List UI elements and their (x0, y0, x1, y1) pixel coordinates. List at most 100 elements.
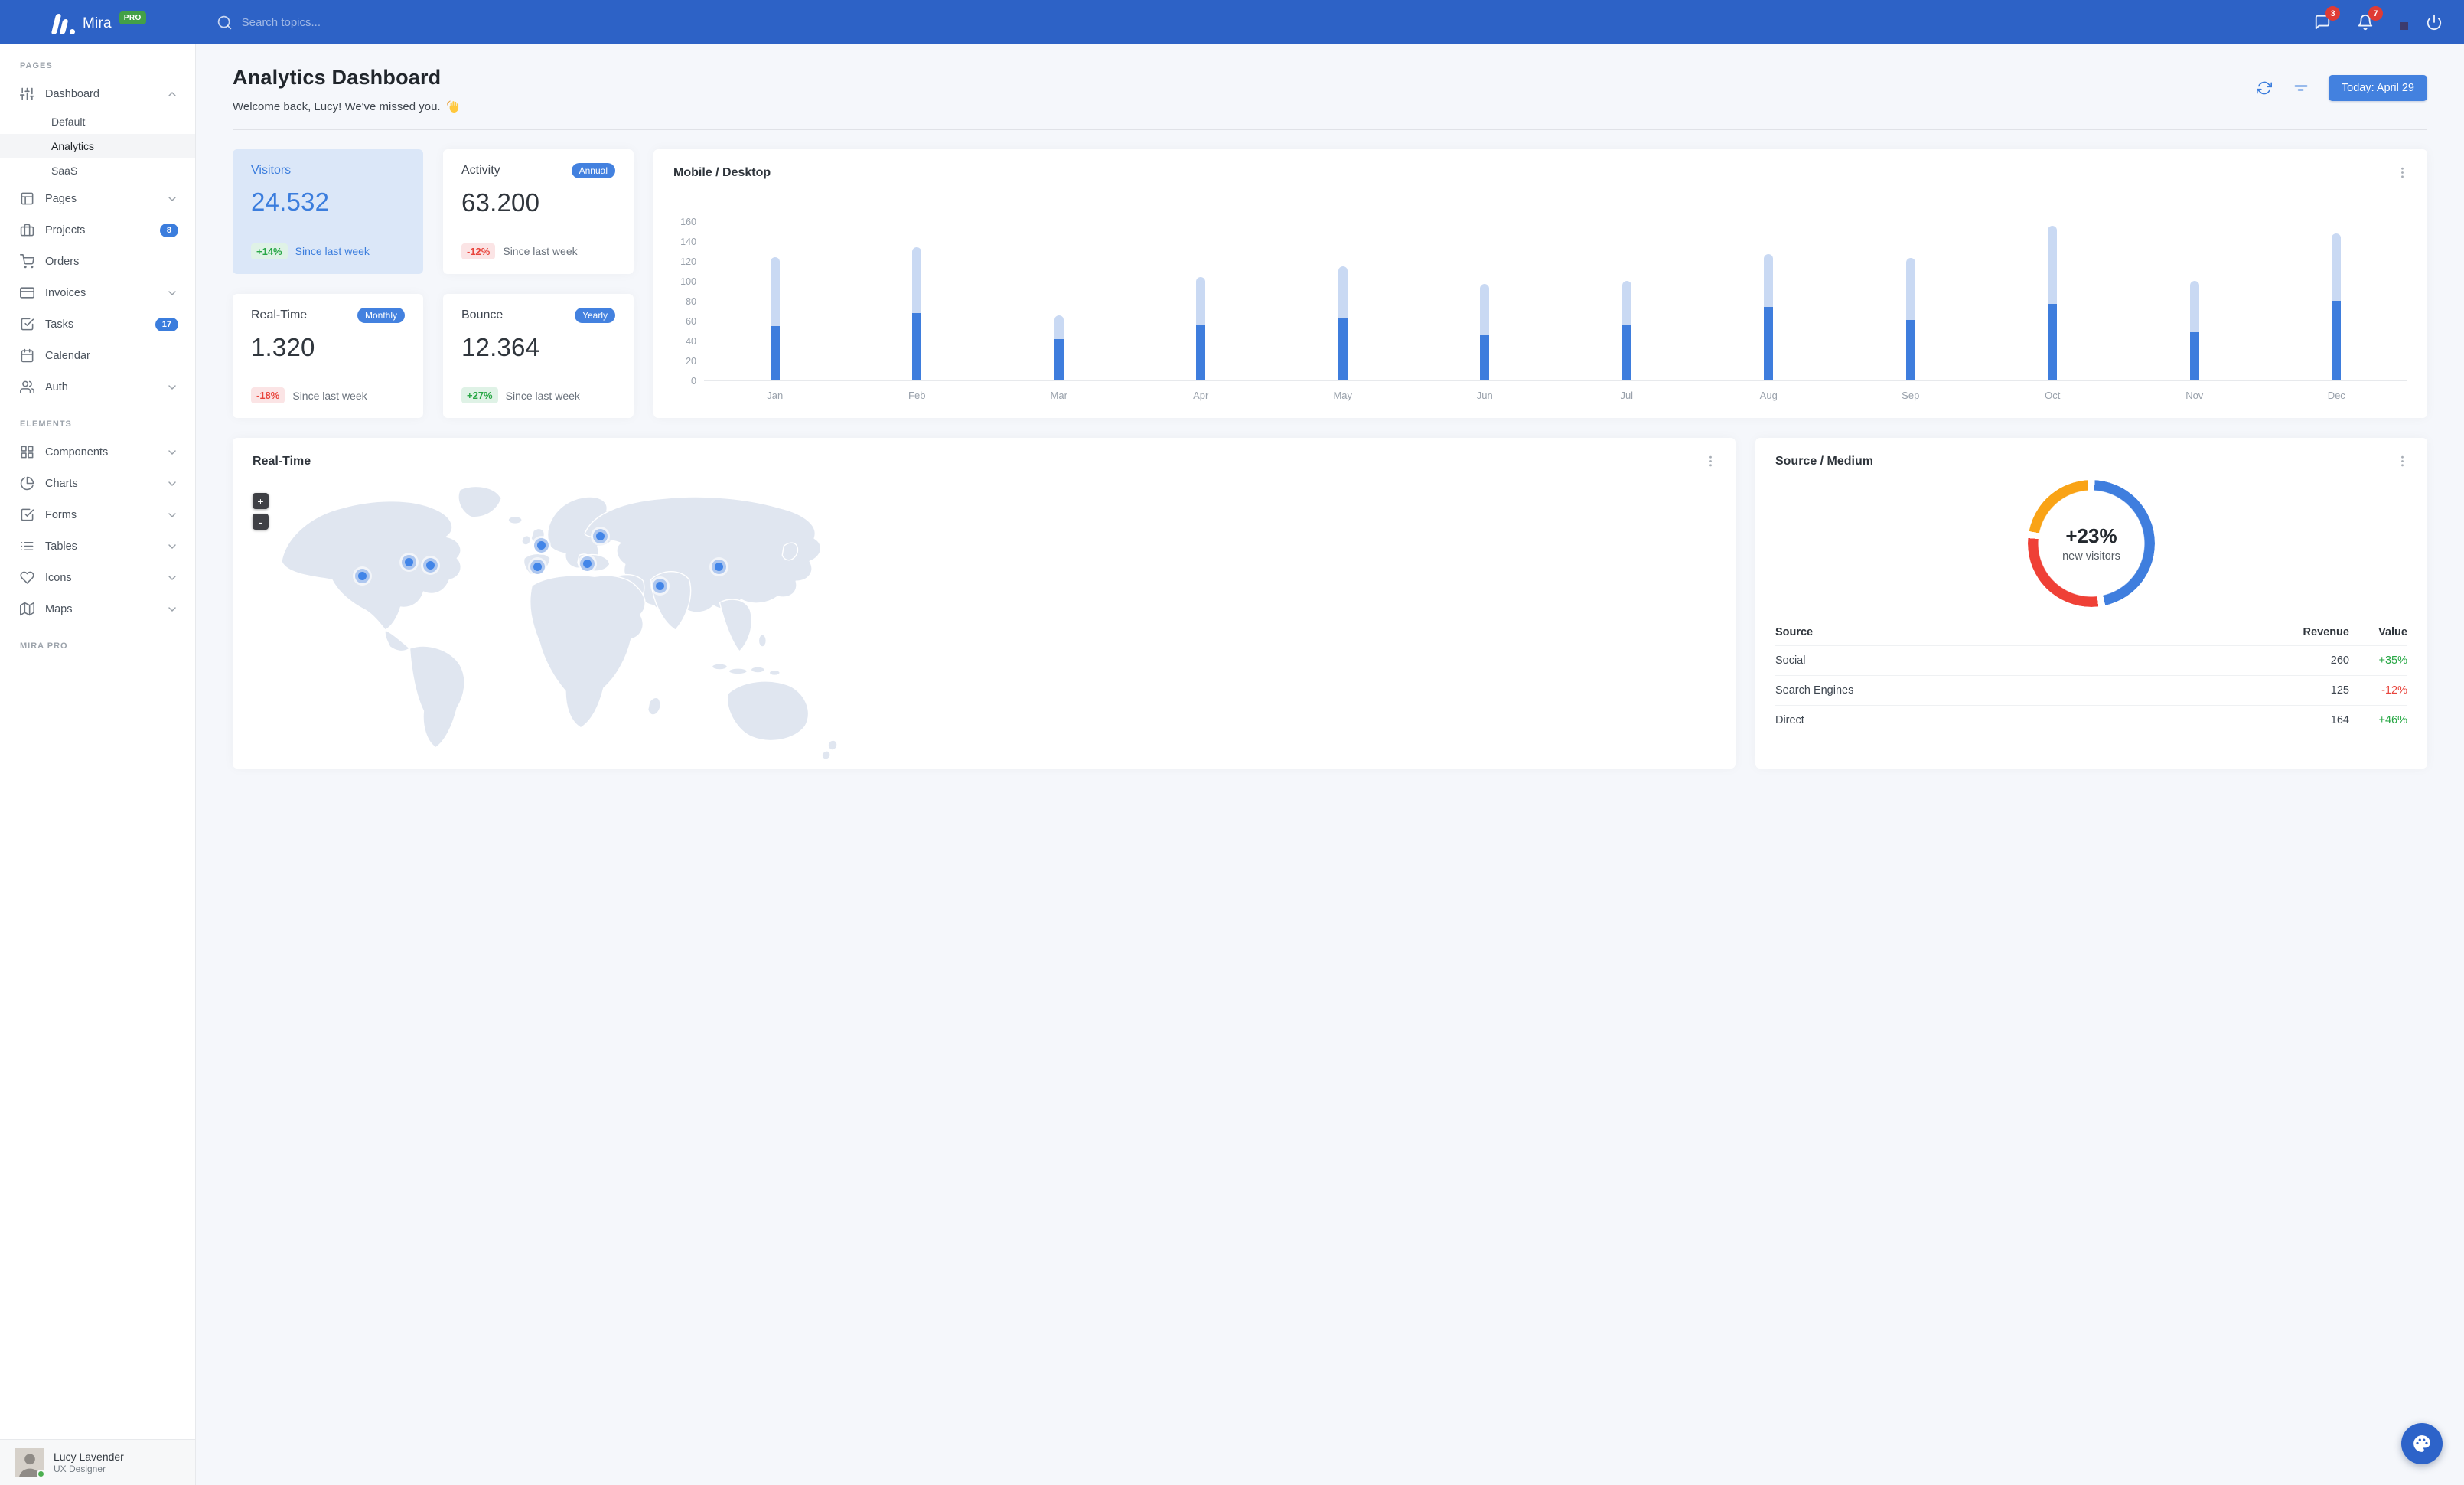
top-navbar: Mira PRO 3 7 (0, 0, 2464, 44)
stat-value: 12.364 (461, 332, 540, 361)
sidebar-item-invoices[interactable]: Invoices (0, 277, 195, 308)
filter-button[interactable] (2292, 79, 2310, 97)
y-tick-label: 140 (680, 237, 696, 247)
y-tick-label: 80 (686, 296, 696, 307)
sidebar-item-forms[interactable]: Forms (0, 499, 195, 530)
stat-title: Real-Time (251, 308, 308, 321)
stat-card-bounce: Bounce Yearly 12.364 +27% Since last week (443, 293, 634, 418)
sidebar-subitem-analytics[interactable]: Analytics (0, 134, 195, 158)
x-tick-label: Aug (1759, 390, 1778, 401)
map-marker (653, 579, 667, 593)
stat-title: Bounce (461, 308, 504, 321)
sidebar-item-label: Dashboard (45, 87, 99, 100)
more-vertical-icon (2396, 166, 2409, 179)
chevron-down-icon (166, 603, 178, 615)
heart-icon (20, 570, 34, 585)
stat-value: 24.532 (251, 188, 330, 216)
revenue-cell: 125 (2269, 675, 2349, 706)
sidebar-item-dashboard[interactable]: Dashboard (0, 78, 195, 109)
brand[interactable]: Mira PRO (51, 11, 146, 34)
sign-out-button[interactable] (2424, 12, 2444, 32)
sidebar-item-label: Calendar (45, 349, 90, 362)
sidebar-item-label: Tasks (45, 318, 74, 331)
language-button[interactable] (2398, 21, 2401, 24)
shopping-cart-icon (20, 254, 34, 269)
realtime-map-card: Real-Time + - (233, 438, 1736, 769)
sidebar-item-label: Charts (45, 477, 78, 490)
bar-dec (2266, 222, 2408, 380)
sidebar-nav: Pages Dashboard Default Analytics SaaS Pages P… (0, 44, 195, 1439)
more-vertical-icon (2396, 455, 2409, 468)
sidebar-section-label-elements: Elements (20, 419, 72, 429)
stat-caption: Since last week (503, 245, 578, 257)
world-map[interactable] (253, 478, 1716, 760)
search-input[interactable] (241, 15, 418, 29)
sidebar-item-label: Auth (45, 380, 68, 393)
bar-mar (988, 222, 1130, 380)
sidebar-item-calendar[interactable]: Calendar (0, 340, 195, 371)
bar-jan (704, 222, 846, 380)
check-square-icon (20, 508, 34, 522)
sidebar-subitem-saas[interactable]: SaaS (0, 158, 195, 183)
sidebar-subitem-default[interactable]: Default (0, 109, 195, 134)
brand-name: Mira (83, 15, 112, 31)
table-row-search-engines: Search Engines 125 -12% (1775, 675, 2407, 706)
sidebar-item-components[interactable]: Components (0, 436, 195, 468)
chart-card-menu-button[interactable] (2394, 165, 2410, 181)
refresh-button[interactable] (2255, 79, 2273, 97)
map-card-menu-button[interactable] (1703, 453, 1719, 469)
sidebar-item-icons[interactable]: Icons (0, 562, 195, 593)
source-card-menu-button[interactable] (2394, 453, 2410, 469)
messages-count-badge: 3 (2325, 6, 2340, 21)
users-icon (20, 380, 34, 394)
header-divider (233, 129, 2427, 130)
sidebar-item-maps[interactable]: Maps (0, 593, 195, 625)
filter-icon (2293, 80, 2309, 96)
map-marker (355, 569, 370, 583)
x-tick-label: Dec (2327, 390, 2345, 401)
map-marker (580, 556, 595, 571)
user-role: UX Designer (54, 1464, 106, 1475)
messages-button[interactable]: 3 (2312, 6, 2340, 32)
map-zoom-out-button[interactable]: - (253, 514, 269, 530)
chevron-down-icon (166, 287, 178, 299)
sidebar-item-tasks[interactable]: Tasks 17 (0, 308, 195, 340)
sidebar: Pages Dashboard Default Analytics SaaS Pages P… (0, 44, 196, 1485)
sidebar-item-label: Projects (45, 224, 86, 237)
map-marker (593, 529, 608, 543)
chevron-down-icon (166, 540, 178, 553)
bar-nov (2123, 222, 2266, 380)
theme-settings-fab[interactable] (2401, 1423, 2443, 1464)
map-zoom-in-button[interactable]: + (253, 493, 269, 509)
more-vertical-icon (1704, 455, 1717, 468)
chart-bars (704, 222, 2407, 380)
page-title: Analytics Dashboard (233, 66, 442, 89)
sidebar-user[interactable]: Lucy Lavender UX Designer (0, 1439, 195, 1485)
x-tick-label: Sep (1902, 390, 1920, 401)
sidebar-item-tables[interactable]: Tables (0, 530, 195, 562)
navbar-actions: 3 7 (2312, 6, 2444, 32)
date-range-button[interactable]: Today: April 29 (2328, 75, 2427, 101)
y-tick-label: 60 (686, 316, 696, 327)
source-donut-chart: +23% new visitors (2027, 480, 2155, 607)
map-marker (712, 560, 726, 574)
stat-period-badge: Yearly (575, 307, 615, 323)
stat-caption: Since last week (505, 389, 580, 402)
table-row-direct: Direct 164 +46% (1775, 705, 2407, 735)
sidebar-section-label-pages: Pages (20, 61, 53, 70)
sidebar-item-projects[interactable]: Projects 8 (0, 214, 195, 246)
chart-card-title: Mobile / Desktop (673, 166, 771, 179)
bar-feb (846, 222, 989, 380)
notifications-button[interactable]: 7 (2355, 6, 2383, 32)
sidebar-section-label-mira-pro: Mira Pro (20, 641, 68, 651)
stat-value: 1.320 (251, 332, 315, 361)
sidebar-item-pages[interactable]: Pages (0, 183, 195, 214)
header-actions: Today: April 29 (2255, 75, 2427, 101)
sidebar-item-charts[interactable]: Charts (0, 468, 195, 499)
revenue-table-header: Revenue (2303, 626, 2349, 638)
sidebar-item-orders[interactable]: Orders (0, 246, 195, 277)
sidebar-count-badge: 17 (155, 317, 178, 331)
chevron-down-icon (166, 478, 178, 490)
sidebar-item-auth[interactable]: Auth (0, 371, 195, 403)
bar-oct (1982, 222, 2124, 380)
